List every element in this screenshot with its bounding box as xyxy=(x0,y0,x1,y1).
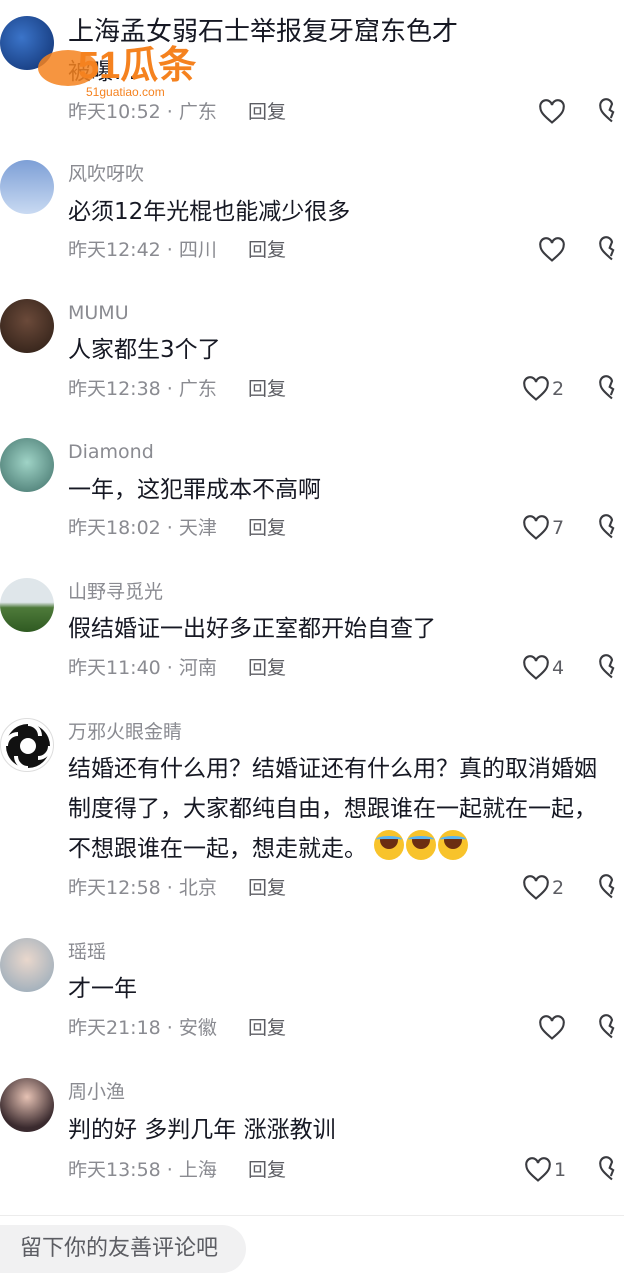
username[interactable]: 瑶瑶 xyxy=(68,940,106,964)
heart-icon xyxy=(523,655,549,680)
dislike-button[interactable] xyxy=(598,874,624,902)
broken-heart-icon xyxy=(599,236,615,261)
like-button[interactable]: 7 xyxy=(522,514,564,542)
comment-text: 一年，这犯罪成本不高啊 xyxy=(68,477,321,503)
watermark-logo: 51瓜条 51guatiao.com xyxy=(38,45,196,99)
heart-icon xyxy=(523,515,549,540)
heart-icon xyxy=(525,1157,551,1182)
heart-icon xyxy=(539,1015,565,1040)
comment-meta: 昨天12:42 · 四川 xyxy=(68,239,217,261)
comment-input[interactable]: 留下你的友善评论吧 xyxy=(0,1225,246,1273)
avatar[interactable] xyxy=(0,438,54,492)
comment-meta: 昨天13:58 · 上海 xyxy=(68,1159,217,1181)
like-count: 7 xyxy=(552,517,565,539)
comment-meta: 昨天12:58 · 北京 xyxy=(68,877,217,899)
dislike-button[interactable] xyxy=(598,654,624,682)
avatar[interactable] xyxy=(0,160,54,214)
like-count: 1 xyxy=(554,1159,567,1181)
reply-button[interactable]: 回复 xyxy=(248,1158,286,1182)
like-button[interactable]: 2 xyxy=(522,375,564,403)
avatar[interactable] xyxy=(0,1078,54,1132)
broken-heart-icon xyxy=(599,1014,615,1039)
comment-text: 必须12年光棍也能减少很多 xyxy=(68,199,351,225)
comment-text: 假结婚证一出好多正室都开始自查了 xyxy=(68,616,436,642)
broken-heart-icon xyxy=(599,98,615,123)
username[interactable]: 万邪火眼金睛 xyxy=(68,720,182,744)
reply-button[interactable]: 回复 xyxy=(248,1016,286,1040)
comment-meta: 昨天11:40 · 河南 xyxy=(68,657,217,679)
like-count: 2 xyxy=(552,378,565,400)
like-button[interactable] xyxy=(538,1014,566,1042)
laugh-cry-emoji xyxy=(438,830,469,860)
comment-text-line3: 不想跟谁在一起，想走就走。 xyxy=(68,829,614,869)
broken-heart-icon xyxy=(599,874,615,899)
avatar[interactable] xyxy=(0,718,54,772)
reply-button[interactable]: 回复 xyxy=(248,516,286,540)
dislike-button[interactable] xyxy=(598,98,624,126)
comment-text: 才一年 xyxy=(68,976,137,1002)
dislike-button[interactable] xyxy=(598,1156,624,1184)
reply-button[interactable]: 回复 xyxy=(248,238,286,262)
heart-icon xyxy=(539,99,565,124)
reply-button[interactable]: 回复 xyxy=(248,377,286,401)
broken-heart-icon xyxy=(599,1156,615,1181)
username[interactable]: MUMU xyxy=(68,301,129,325)
comment-meta: 昨天18:02 · 天津 xyxy=(68,517,217,539)
dislike-button[interactable] xyxy=(598,1014,624,1042)
heart-icon xyxy=(523,875,549,900)
dislike-button[interactable] xyxy=(598,375,624,403)
avatar[interactable] xyxy=(0,938,54,992)
laugh-cry-emoji xyxy=(374,830,405,860)
comment-meta: 昨天10:52 · 广东 xyxy=(68,101,217,123)
comment-text: 结婚还有什么用？结婚证还有什么用？真的取消婚姻 xyxy=(68,756,597,782)
reply-button[interactable]: 回复 xyxy=(248,876,286,900)
username[interactable]: 山野寻觅光 xyxy=(68,580,163,604)
laugh-cry-emoji xyxy=(406,830,437,860)
broken-heart-icon xyxy=(599,654,615,679)
avatar[interactable] xyxy=(0,299,54,353)
username[interactable]: Diamond xyxy=(68,440,154,464)
watermark-brand: 51瓜条 xyxy=(78,45,196,87)
comment-text-line2: 制度得了，大家都纯自由，想跟谁在一起就在一起， xyxy=(68,796,597,822)
like-count: 2 xyxy=(552,877,565,899)
swirl-icon xyxy=(4,722,52,770)
dislike-button[interactable] xyxy=(598,236,624,264)
like-button[interactable] xyxy=(538,98,566,126)
heart-icon xyxy=(523,376,549,401)
like-button[interactable]: 2 xyxy=(522,874,564,902)
dislike-button[interactable] xyxy=(598,514,624,542)
like-button[interactable]: 4 xyxy=(522,654,564,682)
comment-text: 人家都生3个了 xyxy=(68,337,221,363)
avatar[interactable] xyxy=(0,578,54,632)
comment-meta: 昨天21:18 · 安徽 xyxy=(68,1017,217,1039)
comment-text-line3-text: 不想跟谁在一起，想走就走。 xyxy=(68,836,367,862)
comment-text: 判的好 多判几年 涨涨教训 xyxy=(68,1117,336,1143)
heart-icon xyxy=(539,237,565,262)
comment-input-bar: 留下你的友善评论吧 xyxy=(0,1215,624,1281)
like-count: 4 xyxy=(552,657,565,679)
like-button[interactable] xyxy=(538,236,566,264)
reply-button[interactable]: 回复 xyxy=(248,656,286,680)
broken-heart-icon xyxy=(599,514,615,539)
broken-heart-icon xyxy=(599,375,615,400)
username[interactable]: 周小渔 xyxy=(68,1080,125,1104)
watermark-url: 51guatiao.com xyxy=(86,85,165,99)
like-button[interactable]: 1 xyxy=(524,1156,566,1184)
username[interactable]: 风吹呀吹 xyxy=(68,162,144,186)
comment-meta: 昨天12:38 · 广东 xyxy=(68,378,217,400)
reply-button[interactable]: 回复 xyxy=(248,100,286,124)
